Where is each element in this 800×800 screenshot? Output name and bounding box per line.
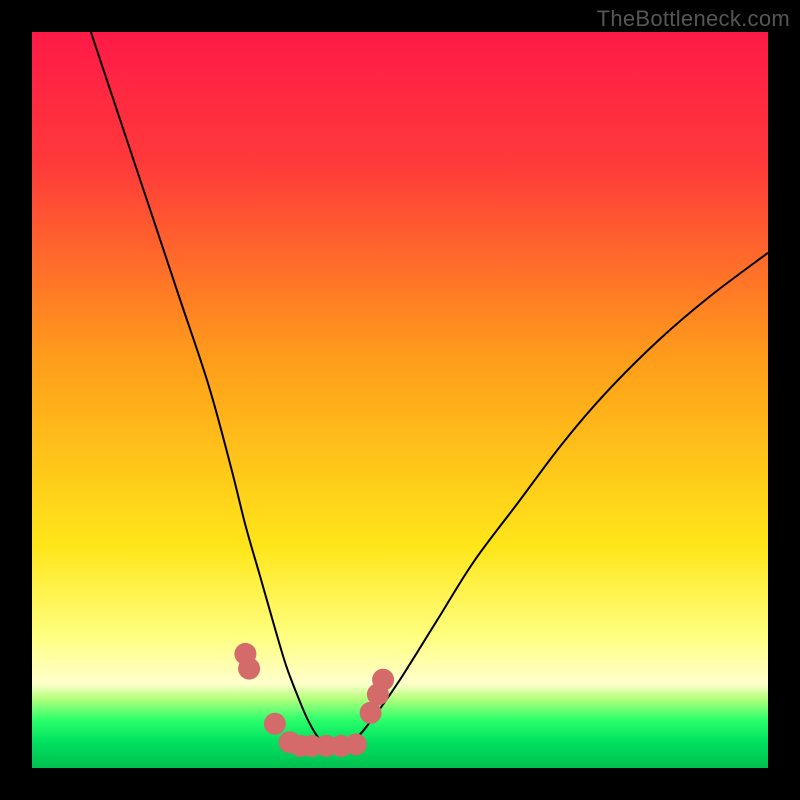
curve-marker [264, 713, 286, 735]
plot-area [32, 32, 768, 768]
watermark-text: TheBottleneck.com [597, 6, 790, 32]
curve-marker [238, 658, 260, 680]
chart-svg [32, 32, 768, 768]
curve-marker [372, 669, 394, 691]
curve-marker [345, 733, 367, 755]
outer-frame: TheBottleneck.com [0, 0, 800, 800]
gradient-background [32, 32, 768, 768]
